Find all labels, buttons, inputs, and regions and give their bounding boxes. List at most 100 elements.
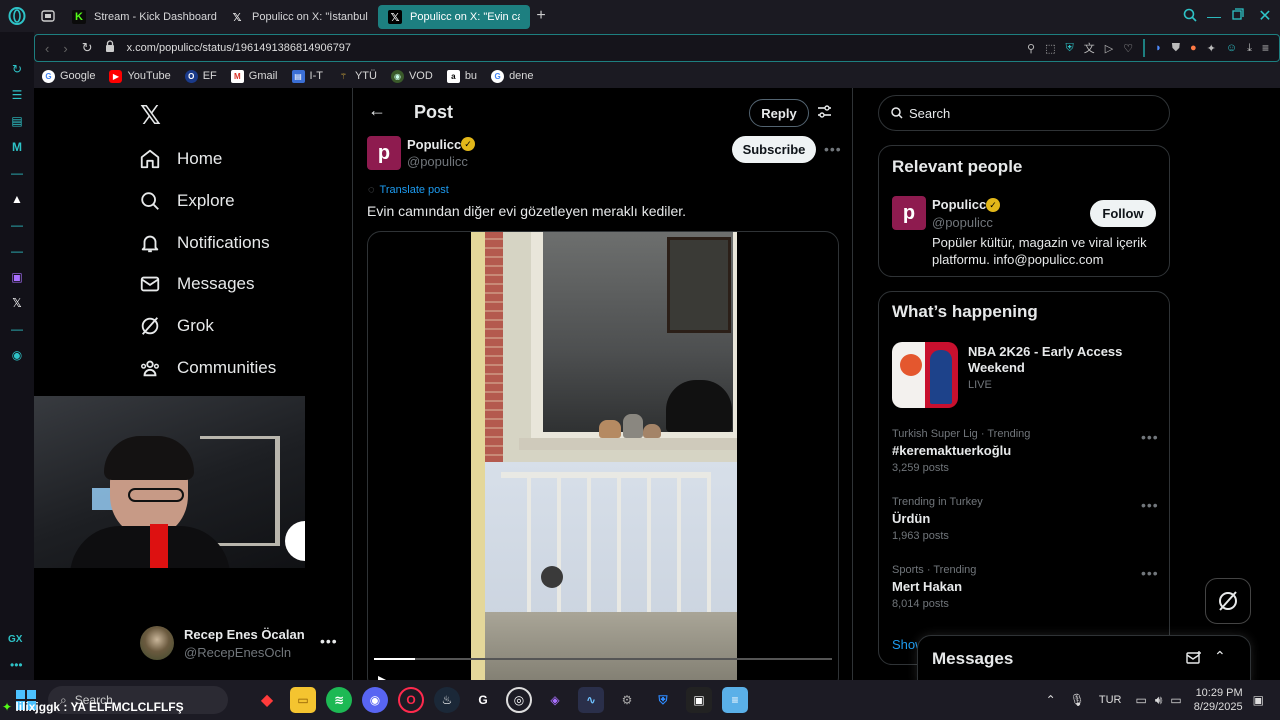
person-avatar[interactable]: p [892,196,926,230]
messages-drawer[interactable]: Messages ⌃ [917,635,1251,680]
history-icon[interactable]: ↻ [0,56,34,82]
x-logo-icon[interactable]: 𝕏 [140,100,161,131]
spotify-icon[interactable]: ≋ [326,687,352,713]
pinboard-icon[interactable]: ▤ [0,108,34,134]
snapshot-icon[interactable]: ⬚ [1045,42,1055,55]
bookmark-ef[interactable]: O EF [184,69,217,83]
featured-title[interactable]: NBA 2K26 - Early Access Weekend [968,344,1158,376]
defender-icon[interactable]: ⛨ [650,687,676,713]
bookmark-dene[interactable]: Gdene [491,69,534,83]
featured-thumbnail[interactable] [892,342,958,408]
trend-item[interactable]: Turkish Super Lig · Trending #keremaktue… [892,428,1158,474]
arc-icon[interactable]: ▲ [0,186,34,212]
back-icon[interactable]: ‹ [45,41,49,56]
app-g-icon[interactable]: G [470,687,496,713]
filter-sliders-icon[interactable] [817,104,832,124]
audio-app-icon[interactable]: ∿ [578,687,604,713]
maximize-button[interactable] [1226,7,1250,25]
trend-more-icon[interactable]: ••• [1141,429,1159,445]
grok-float-button[interactable] [1205,578,1251,624]
extension-orange-icon[interactable]: ● [1190,42,1197,54]
minimize-button[interactable]: — [1202,8,1226,24]
nav-messages[interactable]: Messages [139,273,254,295]
bookmark-i-t[interactable]: ▤ I-T [291,69,323,83]
translate-post-link[interactable]: ◌ Translate post [368,184,449,196]
heart-icon[interactable]: ♡ [1123,42,1133,55]
account-more-icon[interactable]: ••• [320,633,338,649]
steam-icon[interactable]: ♨ [434,687,460,713]
nav-notifications[interactable]: Notifications [139,232,270,254]
follow-button[interactable]: Follow [1090,200,1156,227]
nav-home[interactable]: Home [139,148,222,170]
bookmark-bu[interactable]: a bu [446,69,477,83]
tab-switcher-icon[interactable] [34,0,62,32]
search-box[interactable]: Search [878,95,1170,131]
bookmark-gmail[interactable]: M Gmail [230,69,278,83]
trend-item[interactable]: Sports · Trending Mert Hakan 8,014 posts [892,564,1158,610]
notepad-icon[interactable]: ≡ [722,687,748,713]
twitch-icon[interactable]: ▣ [0,264,34,290]
m-app-icon[interactable]: M [0,134,34,160]
bookmark-google[interactable]: G Google [42,69,95,83]
clock[interactable]: 10:29 PM 8/29/2025 [1194,686,1243,714]
close-window-button[interactable]: ✕ [1250,6,1280,26]
volume-icon[interactable]: 🔊︎ [1155,693,1163,708]
trend-more-icon[interactable]: ••• [1141,497,1159,513]
app-purple-icon[interactable]: ◈ [542,687,568,713]
x-sidebar-icon[interactable]: 𝕏 [0,290,34,316]
video-play-icon[interactable]: ▶ [378,672,389,680]
gx-icon[interactable]: GX [8,634,22,645]
discord-icon[interactable]: ◉ [362,687,388,713]
settings-icon[interactable]: ⚙ [614,687,640,713]
trend-more-icon[interactable]: ••• [1141,565,1159,581]
tab-x-istanbul[interactable]: 𝕏 Populicc on X: "İstanbul E [220,5,378,29]
new-tab-button[interactable]: + [530,7,552,25]
nav-explore[interactable]: Explore [139,190,235,212]
nav-grok[interactable]: Grok [139,315,214,337]
more-icon[interactable]: ••• [10,658,23,672]
pin-icon[interactable]: ⚲ [1027,42,1035,55]
post-more-icon[interactable]: ••• [824,141,842,157]
tray-chevron-icon[interactable]: ⌃ [1046,693,1056,707]
battery-icon[interactable]: ▭ [1170,693,1181,707]
video-progress-track[interactable] [374,658,832,660]
tab-x-evin[interactable]: 𝕏 Populicc on X: "Evin cam [378,5,530,29]
account-avatar[interactable] [140,626,174,660]
bookmark-youtube[interactable]: ▶ YouTube [109,69,171,83]
shield-icon[interactable]: ⛨ [1066,42,1074,55]
forward-icon[interactable]: › [63,41,67,56]
download-icon[interactable]: ⤓ [1247,42,1252,55]
author-name[interactable]: Populicc [407,137,461,152]
profile-icon[interactable]: ☺ [1226,42,1237,54]
expand-up-icon[interactable]: ⌃ [1214,648,1226,665]
bookmark-ytu[interactable]: ⚚ YTÜ [337,70,377,83]
menu-icon[interactable]: ≡ [1262,41,1269,55]
file-explorer-icon[interactable]: ▭ [290,687,316,713]
adblock-icon[interactable]: ⛊ [1172,42,1180,55]
back-arrow-icon[interactable]: ← [368,100,386,121]
microphone-icon[interactable]: 🎙︎ [1070,693,1085,707]
opera-gx-icon[interactable]: O [398,687,424,713]
translate-icon[interactable]: 文 [1084,40,1095,56]
search-tabs-icon[interactable] [1178,8,1202,25]
new-message-icon[interactable] [1186,650,1202,671]
author-avatar[interactable]: p [367,136,401,170]
reload-icon[interactable]: ↻ [82,40,93,56]
webcam-circle[interactable] [285,521,305,561]
app-dark-icon[interactable]: ▣ [686,687,712,713]
nav-communities[interactable]: Communities [139,357,276,379]
subscribe-button[interactable]: Subscribe [732,136,816,163]
language-indicator[interactable]: TUR [1099,694,1122,706]
trend-item[interactable]: Trending in Turkey Ürdün 1,963 posts [892,496,1158,542]
wallet-icon[interactable]: ◗ [1155,42,1162,54]
network-icon[interactable]: ▭ [1135,693,1146,707]
person-name[interactable]: Populicc [932,197,986,212]
notification-icon[interactable]: ▣ [1253,693,1264,707]
reply-button[interactable]: Reply [749,99,809,127]
url-text[interactable]: x.com/populicc/status/196149138681490679… [127,42,351,54]
person-handle[interactable]: @populicc [932,215,993,230]
opera-logo-icon[interactable] [0,0,34,32]
bookmark-vod[interactable]: ◉ VOD [390,69,433,83]
obs-icon[interactable]: ◎ [506,687,532,713]
app-red-icon[interactable]: ◆ [254,687,280,713]
